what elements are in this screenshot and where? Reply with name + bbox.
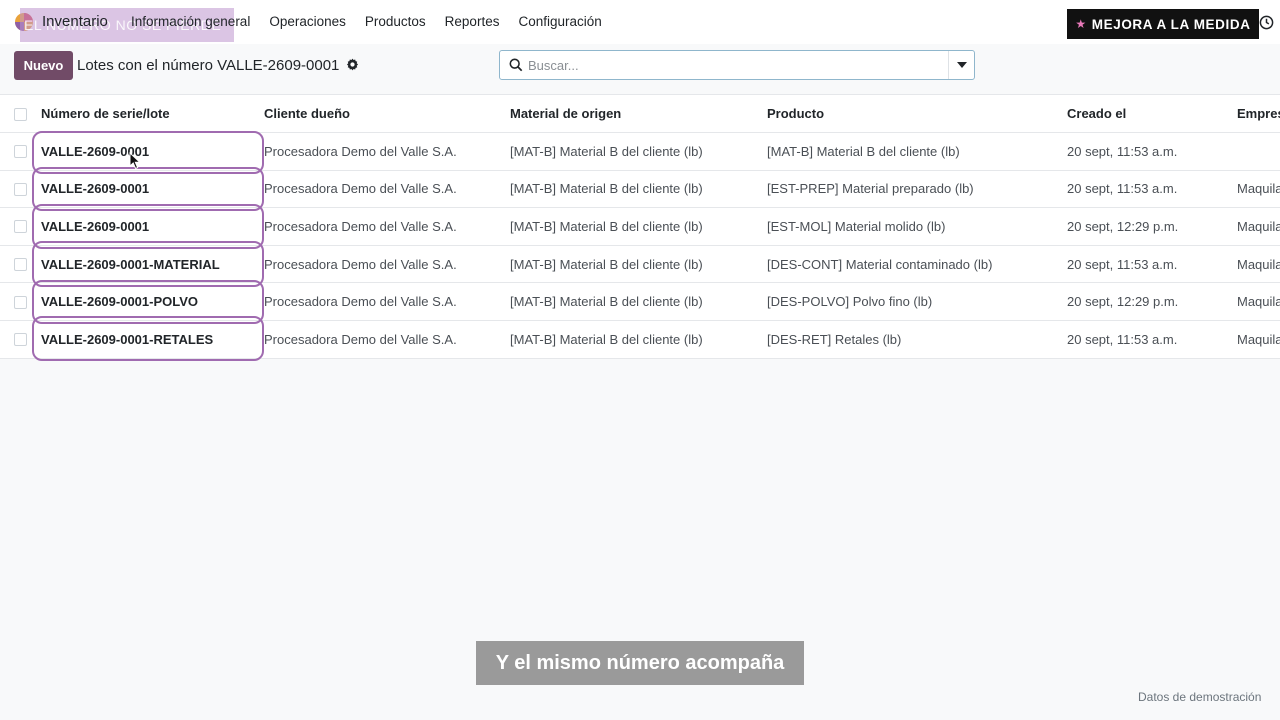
cell-created: 20 sept, 12:29 p.m.: [1067, 218, 1179, 234]
cell-created: 20 sept, 11:53 a.m.: [1067, 331, 1178, 347]
cell-owner: Procesadora Demo del Valle S.A.: [264, 294, 457, 310]
menu-item-reportes[interactable]: Reportes: [445, 14, 500, 29]
cell-product: [DES-CONT] Material contaminado (lb): [767, 256, 993, 272]
promo-label: MEJORA A LA MEDIDA: [1091, 16, 1251, 32]
row-checkbox[interactable]: [14, 258, 27, 272]
search-options-toggle[interactable]: [948, 51, 974, 79]
cell-owner: Procesadora Demo del Valle S.A.: [264, 143, 457, 159]
header-lot[interactable]: Número de serie/lote: [41, 95, 256, 132]
menu-item-productos[interactable]: Productos: [365, 14, 426, 29]
lots-table: Número de serie/lote Cliente dueño Mater…: [0, 94, 1280, 359]
header-material[interactable]: Material de origen: [510, 95, 760, 132]
star-icon: ★: [1075, 17, 1087, 31]
search-icon: [509, 58, 523, 72]
menu-item-informacion-general[interactable]: Información general: [131, 14, 250, 29]
row-checkbox[interactable]: [14, 333, 27, 347]
cell-product: [DES-POLVO] Polvo fino (lb): [767, 294, 933, 310]
row-checkbox[interactable]: [14, 220, 27, 234]
menu-item-configuracion[interactable]: Configuración: [518, 14, 601, 29]
cell-lot: VALLE-2609-0001: [41, 218, 150, 234]
cell-company: Maquila: [1237, 218, 1280, 234]
header-owner[interactable]: Cliente dueño: [264, 95, 504, 132]
caret-down-icon: [956, 62, 967, 68]
search-input[interactable]: [528, 55, 938, 75]
cell-created: 20 sept, 11:53 a.m.: [1067, 181, 1178, 197]
mouse-cursor-icon: [129, 152, 141, 170]
clock-icon[interactable]: [1259, 15, 1274, 30]
cell-material: [MAT-B] Material B del cliente (lb): [510, 256, 703, 272]
cell-lot: VALLE-2609-0001-POLVO: [41, 294, 199, 310]
header-product[interactable]: Producto: [767, 95, 1062, 132]
table-row[interactable]: VALLE-2609-0001 Procesadora Demo del Val…: [0, 208, 1280, 246]
cell-company: [1237, 133, 1280, 170]
cell-product: [EST-MOL] Material molido (lb): [767, 218, 946, 234]
table-row[interactable]: VALLE-2609-0001-RETALES Procesadora Demo…: [0, 320, 1280, 359]
row-checkbox[interactable]: [14, 145, 27, 159]
header-created[interactable]: Creado el: [1067, 95, 1232, 132]
cell-material: [MAT-B] Material B del cliente (lb): [510, 181, 703, 197]
cell-company: Maquila: [1237, 331, 1280, 347]
cell-owner: Procesadora Demo del Valle S.A.: [264, 331, 457, 347]
page-title: Lotes con el número VALLE-2609-0001: [77, 57, 340, 74]
table-row[interactable]: VALLE-2609-0001-POLVO Procesadora Demo d…: [0, 283, 1280, 321]
demo-data-label: Datos de demostración: [1138, 690, 1262, 704]
table-header: Número de serie/lote Cliente dueño Mater…: [0, 95, 1280, 133]
table-row[interactable]: VALLE-2609-0001 Procesadora Demo del Val…: [0, 170, 1280, 209]
cell-material: [MAT-B] Material B del cliente (lb): [510, 294, 703, 310]
cell-lot: VALLE-2609-0001-RETALES: [41, 331, 214, 347]
cell-created: 20 sept, 11:53 a.m.: [1067, 256, 1178, 272]
cell-product: [EST-PREP] Material preparado (lb): [767, 181, 974, 197]
table-row[interactable]: VALLE-2609-0001-MATERIAL Procesadora Dem…: [0, 245, 1280, 284]
header-company[interactable]: Empresa: [1237, 95, 1280, 132]
cell-lot: VALLE-2609-0001: [41, 143, 150, 159]
gear-icon[interactable]: [346, 58, 359, 71]
top-navbar: EL NÚMERO NO SE PIERDE Inventario Inform…: [0, 0, 1280, 44]
table-row[interactable]: VALLE-2609-0001 Procesadora Demo del Val…: [0, 133, 1280, 171]
cell-company: Maquila: [1237, 256, 1280, 272]
promo-button[interactable]: ★ MEJORA A LA MEDIDA: [1067, 9, 1259, 39]
cell-lot: VALLE-2609-0001-MATERIAL: [41, 256, 220, 272]
cell-material: [MAT-B] Material B del cliente (lb): [510, 218, 703, 234]
main-menu: Información general Operaciones Producto…: [131, 14, 621, 29]
cell-company: Maquila: [1237, 294, 1280, 310]
cell-company: Maquila: [1237, 181, 1280, 197]
row-checkbox[interactable]: [14, 182, 27, 196]
cell-material: [MAT-B] Material B del cliente (lb): [510, 331, 703, 347]
cell-owner: Procesadora Demo del Valle S.A.: [264, 181, 457, 197]
cell-owner: Procesadora Demo del Valle S.A.: [264, 256, 457, 272]
menu-item-operaciones[interactable]: Operaciones: [269, 14, 346, 29]
cell-product: [MAT-B] Material B del cliente (lb): [767, 143, 960, 159]
cell-lot: VALLE-2609-0001: [41, 181, 150, 197]
new-button[interactable]: Nuevo: [14, 51, 73, 80]
row-checkbox[interactable]: [14, 295, 27, 309]
cell-owner: Procesadora Demo del Valle S.A.: [264, 218, 457, 234]
select-all-checkbox[interactable]: [14, 107, 27, 121]
app-name[interactable]: Inventario: [42, 13, 108, 30]
cell-material: [MAT-B] Material B del cliente (lb): [510, 143, 703, 159]
video-caption: Y el mismo número acompaña: [476, 641, 804, 685]
cell-product: [DES-RET] Retales (lb): [767, 331, 902, 347]
cell-created: 20 sept, 12:29 p.m.: [1067, 294, 1179, 310]
cell-created: 20 sept, 11:53 a.m.: [1067, 143, 1178, 159]
search-bar: [499, 50, 975, 80]
